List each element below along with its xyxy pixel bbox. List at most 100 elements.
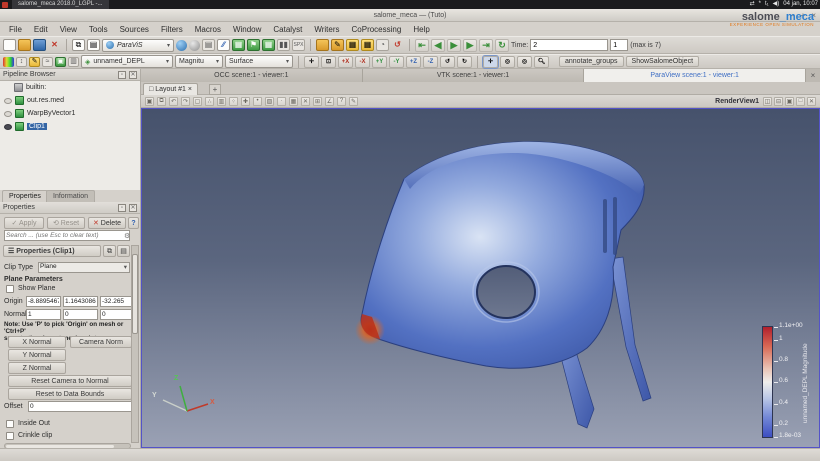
undo-camera-icon[interactable] — [169, 97, 178, 106]
clock[interactable]: 04 jan, 10:07 — [783, 0, 818, 9]
menu-filters[interactable]: Filters — [156, 23, 188, 36]
pipeline-tree[interactable]: builtin: out.res.med WarpByVector1 Clip1 — [0, 81, 140, 190]
copy-properties-icon[interactable] — [103, 245, 116, 257]
reset-camera-icon[interactable] — [304, 56, 319, 68]
paste-properties-icon[interactable] — [117, 245, 130, 257]
normal-z-field[interactable] — [100, 309, 132, 320]
properties-vertical-scrollbar[interactable] — [131, 245, 139, 443]
help-button[interactable]: ? — [128, 217, 139, 229]
module-selector[interactable]: ParaViS▾ — [102, 39, 174, 52]
rotate-90-cw-icon[interactable] — [457, 56, 472, 68]
reset-to-data-bounds-button[interactable]: Reset to Data Bounds — [8, 388, 132, 400]
custom-filter-icon[interactable] — [346, 39, 359, 51]
menu-edit[interactable]: Edit — [29, 23, 53, 36]
normal-y-field[interactable] — [63, 309, 98, 320]
plot-chart-icon[interactable] — [217, 39, 230, 51]
rescale-visible-icon[interactable] — [55, 57, 66, 67]
paste-icon[interactable] — [87, 39, 100, 51]
show-center-axes-icon[interactable] — [500, 56, 515, 68]
glyph-filter-icon[interactable] — [247, 39, 260, 51]
interactive-select-cells-icon[interactable] — [241, 97, 250, 106]
window-titlebar[interactable]: salome_meca — (Tuto) – + × — [0, 9, 820, 22]
representation-selector[interactable]: Surface▾ — [225, 55, 293, 68]
copy-icon[interactable] — [72, 39, 85, 51]
hover-cells-icon[interactable] — [265, 97, 274, 106]
select-points-through-icon[interactable] — [229, 97, 238, 106]
close-viewer-tab-icon[interactable]: × — [806, 69, 820, 82]
print-view-icon[interactable] — [202, 39, 215, 51]
split-horizontal-icon[interactable] — [763, 97, 772, 106]
keyboard-layout-icon[interactable] — [765, 0, 769, 9]
reset-center-icon[interactable] — [517, 56, 532, 68]
render-viewport[interactable]: X Y Z 1.1e+00 1 0.8 0.6 0.4 0.2 1.8e-03 … — [141, 108, 820, 448]
open-file-icon[interactable] — [18, 39, 31, 51]
last-frame-button[interactable] — [479, 39, 493, 52]
next-frame-button[interactable] — [463, 39, 477, 52]
menu-help[interactable]: Help — [408, 23, 434, 36]
network-icon[interactable] — [750, 0, 755, 9]
menu-catalyst[interactable]: Catalyst — [268, 23, 307, 36]
manage-plugins-icon[interactable] — [361, 39, 374, 51]
pipeline-item-warpbyvector[interactable]: WarpByVector1 — [0, 107, 140, 120]
visibility-off-icon[interactable] — [4, 111, 12, 117]
component-selector[interactable]: Magnitu▾ — [175, 55, 223, 68]
properties-section-header[interactable]: ☰ Properties (Clip1) — [3, 245, 101, 257]
view-minus-z-button[interactable] — [423, 56, 438, 68]
color-array-selector[interactable]: ◈unnamed_DEPL▾ — [81, 55, 173, 68]
mesh-model[interactable] — [142, 109, 820, 449]
pipeline-item-clip[interactable]: Clip1 — [0, 120, 140, 133]
play-button[interactable] — [447, 39, 461, 52]
visibility-off-icon[interactable] — [4, 98, 12, 104]
annotate-groups-button[interactable]: annotate_groups — [559, 56, 624, 67]
clear-selection-icon[interactable] — [301, 97, 310, 106]
origin-y-field[interactable] — [63, 296, 98, 307]
rescale-data-range-icon[interactable] — [16, 57, 27, 67]
split-vertical-icon[interactable] — [774, 97, 783, 106]
view-plus-z-button[interactable] — [406, 56, 421, 68]
timer-icon[interactable] — [376, 39, 389, 51]
color-legend-bar[interactable] — [762, 326, 773, 438]
redo-camera-icon[interactable] — [181, 97, 190, 106]
spreadsheet-view-icon[interactable] — [262, 39, 275, 51]
pipeline-item-builtin[interactable]: builtin: — [0, 81, 140, 94]
pipeline-browser-header[interactable]: Pipeline Browser — [0, 69, 140, 81]
menu-macros[interactable]: Macros — [190, 23, 226, 36]
properties-panel-header[interactable]: Properties — [0, 202, 140, 214]
close-panel-icon[interactable] — [129, 71, 137, 79]
save-state-icon[interactable] — [331, 39, 344, 51]
tab-paraview-viewer[interactable]: ParaView scene:1 - viewer:1 — [584, 69, 806, 82]
zoom-to-data-icon[interactable] — [321, 56, 336, 68]
select-cells-through-icon[interactable] — [217, 97, 226, 106]
save-document-icon[interactable] — [33, 39, 46, 51]
close-document-icon[interactable] — [48, 39, 61, 51]
delete-button[interactable]: ✕ Delete — [88, 217, 126, 229]
select-block-icon[interactable] — [289, 97, 298, 106]
camera-normal-button[interactable]: Camera Norm — [70, 336, 132, 348]
apply-button[interactable]: ✓ Apply — [4, 217, 44, 229]
crinkle-clip-checkbox[interactable] — [6, 432, 14, 440]
z-normal-button[interactable]: Z Normal — [8, 362, 66, 374]
ruler-icon[interactable] — [325, 97, 334, 106]
visibility-on-icon[interactable] — [4, 124, 12, 130]
open-state-icon[interactable] — [316, 39, 329, 51]
origin-z-field[interactable] — [100, 296, 132, 307]
x-normal-button[interactable]: X Normal — [8, 336, 66, 348]
zoom-box-icon[interactable] — [534, 56, 549, 68]
menu-window[interactable]: Window — [228, 23, 266, 36]
tab-properties[interactable]: Properties — [2, 190, 48, 202]
view-minus-x-button[interactable] — [355, 56, 370, 68]
copy-view-icon[interactable] — [157, 97, 166, 106]
new-document-icon[interactable] — [3, 39, 16, 51]
view-minus-y-button[interactable] — [389, 56, 404, 68]
add-layout-button[interactable]: + — [209, 84, 221, 95]
float-panel-icon[interactable] — [118, 204, 126, 212]
volume-icon[interactable] — [773, 0, 780, 9]
rotate-90-ccw-icon[interactable] — [440, 56, 455, 68]
menu-writers[interactable]: Writers — [309, 23, 344, 36]
show-plane-checkbox[interactable] — [6, 285, 14, 293]
show-salome-object-button[interactable]: ShowSalomeObject — [626, 56, 699, 67]
screenshot-icon[interactable] — [145, 97, 154, 106]
offset-field[interactable] — [28, 401, 132, 412]
extract-grid-icon[interactable] — [232, 39, 245, 51]
time-value-input[interactable] — [530, 39, 608, 51]
